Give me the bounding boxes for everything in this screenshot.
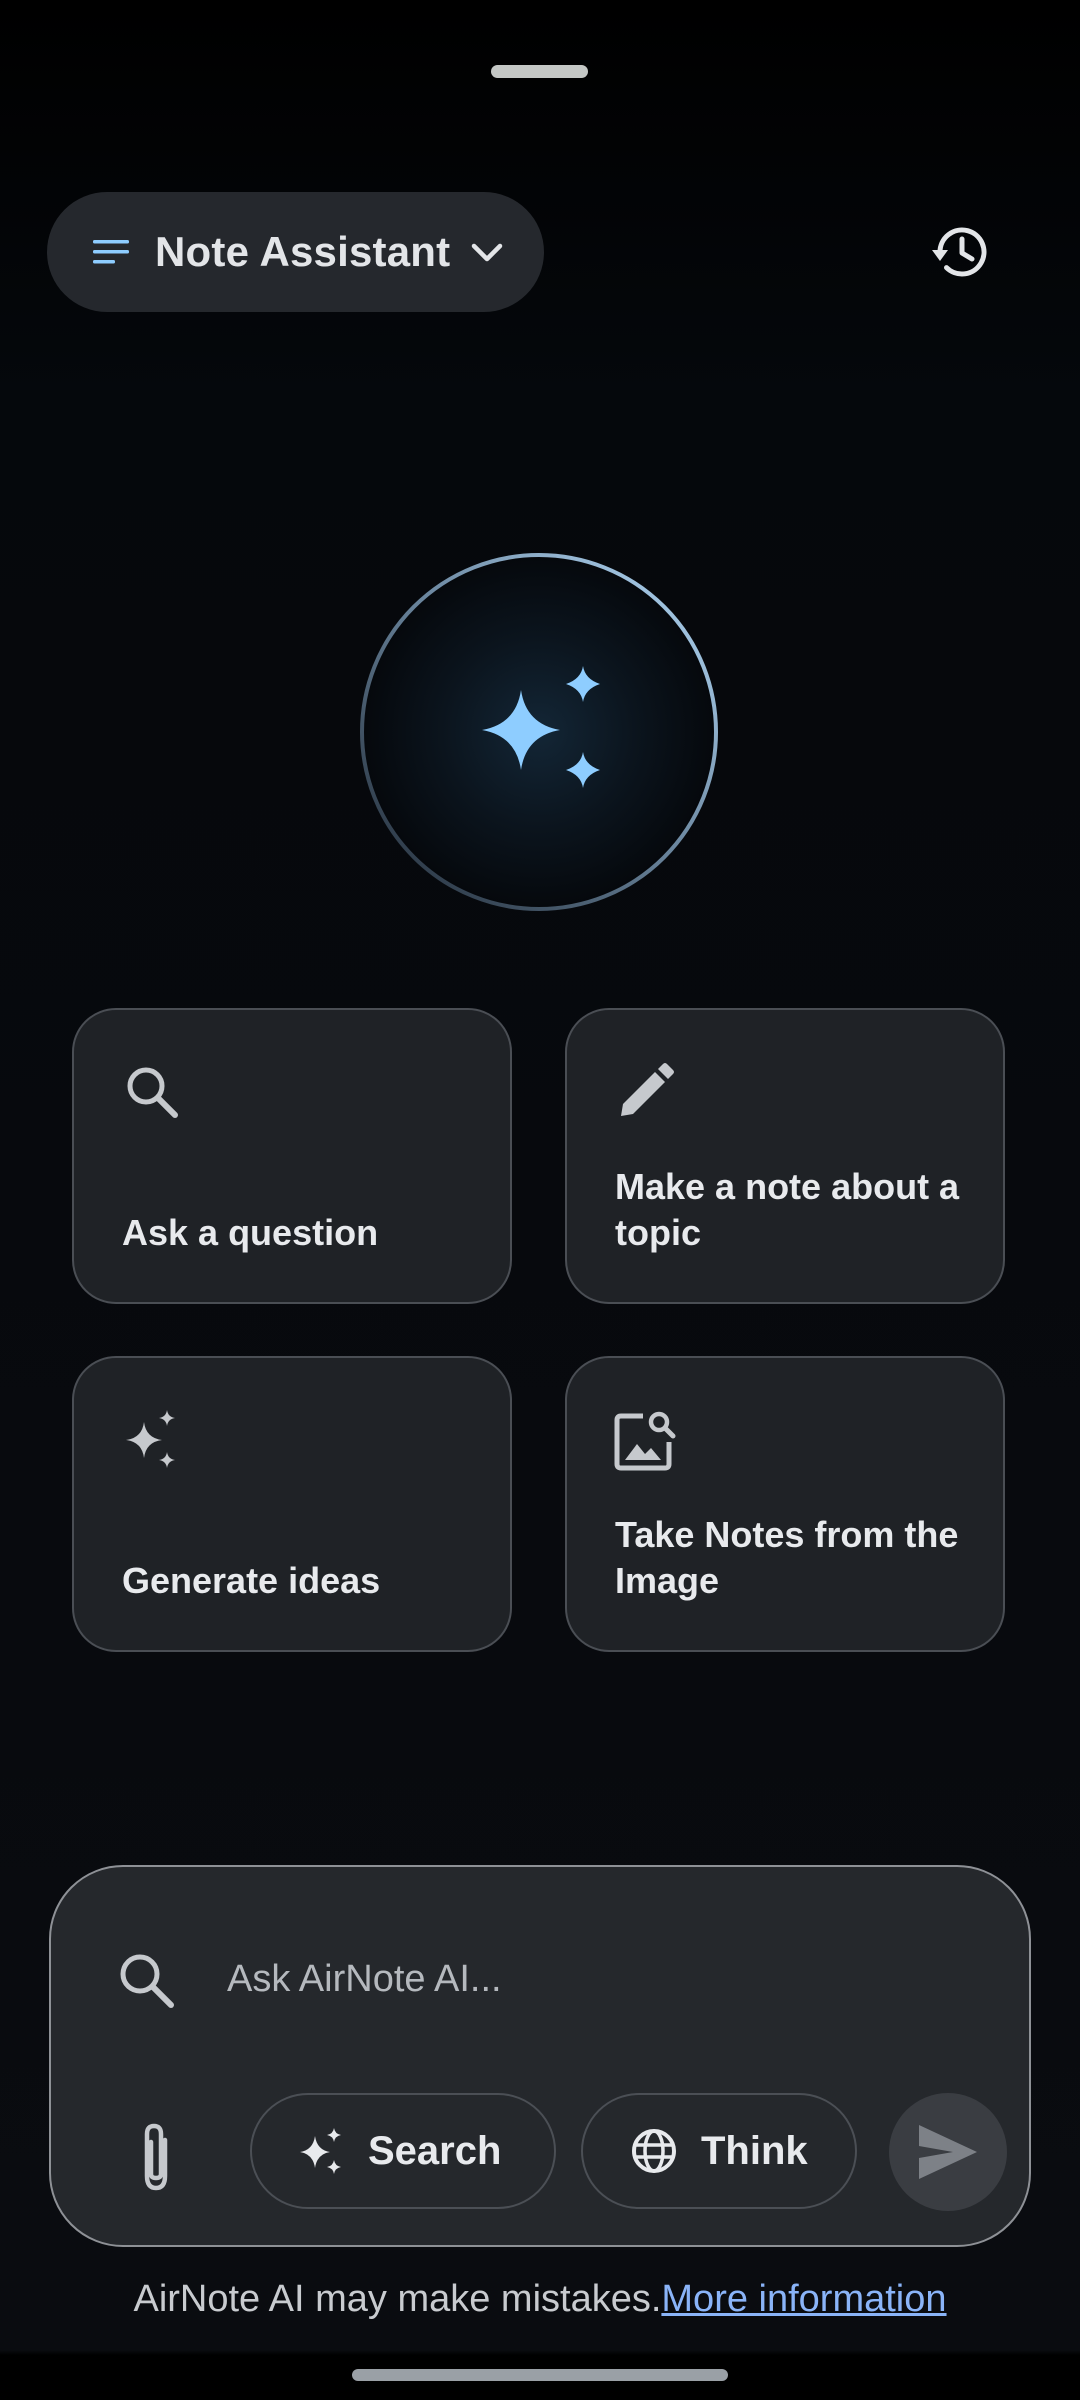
think-mode-button[interactable]: Think <box>581 2093 857 2209</box>
prompt-input[interactable] <box>227 1941 947 2017</box>
assistant-selector[interactable]: Note Assistant <box>47 192 544 312</box>
suggestion-notes-from-image[interactable]: Take Notes from the Image <box>565 1356 1005 1652</box>
pencil-icon <box>621 1063 674 1116</box>
screen: Note Assistant Ask a question Make a not… <box>0 0 1080 2400</box>
drag-handle[interactable] <box>491 65 588 78</box>
suggestion-label: Take Notes from the Image <box>615 1514 959 1601</box>
image-search-icon <box>614 1411 676 1471</box>
search-icon <box>127 1067 178 1118</box>
think-mode-label: Think <box>701 2128 808 2173</box>
suggestion-generate-ideas[interactable]: Generate ideas <box>72 1356 512 1652</box>
history-button[interactable] <box>922 215 1002 289</box>
search-mode-label: Search <box>368 2128 502 2173</box>
send-icon <box>919 2125 977 2179</box>
more-information-link[interactable]: More information <box>661 2278 946 2320</box>
globe-icon <box>632 2129 676 2173</box>
disclaimer-text: AirNote AI may make mistakes. <box>133 2278 662 2320</box>
attach-button[interactable] <box>115 2117 197 2199</box>
menu-icon <box>93 240 129 264</box>
suggestion-label: Make a note about a topic <box>615 1166 960 1253</box>
chat-composer: Search Think <box>49 1865 1031 2247</box>
ai-orb <box>360 553 718 911</box>
suggestion-ask-question[interactable]: Ask a question <box>72 1008 512 1304</box>
suggestion-make-note[interactable]: Make a note about a topic <box>565 1008 1005 1304</box>
suggestion-label: Ask a question <box>122 1212 379 1253</box>
history-icon <box>932 227 987 277</box>
sparkles-icon <box>126 1410 175 1468</box>
paperclip-icon <box>144 2123 168 2191</box>
home-indicator[interactable] <box>352 2369 728 2381</box>
chevron-down-icon <box>472 243 503 262</box>
send-button[interactable] <box>889 2093 1007 2211</box>
ai-disclaimer: AirNote AI may make mistakes.More inform… <box>0 2278 1080 2321</box>
suggestion-label: Generate ideas <box>122 1560 381 1601</box>
sparkles-icon <box>300 2128 341 2174</box>
search-mode-button[interactable]: Search <box>250 2093 556 2209</box>
search-icon <box>120 1954 174 2008</box>
assistant-selector-label: Note Assistant <box>155 228 451 275</box>
